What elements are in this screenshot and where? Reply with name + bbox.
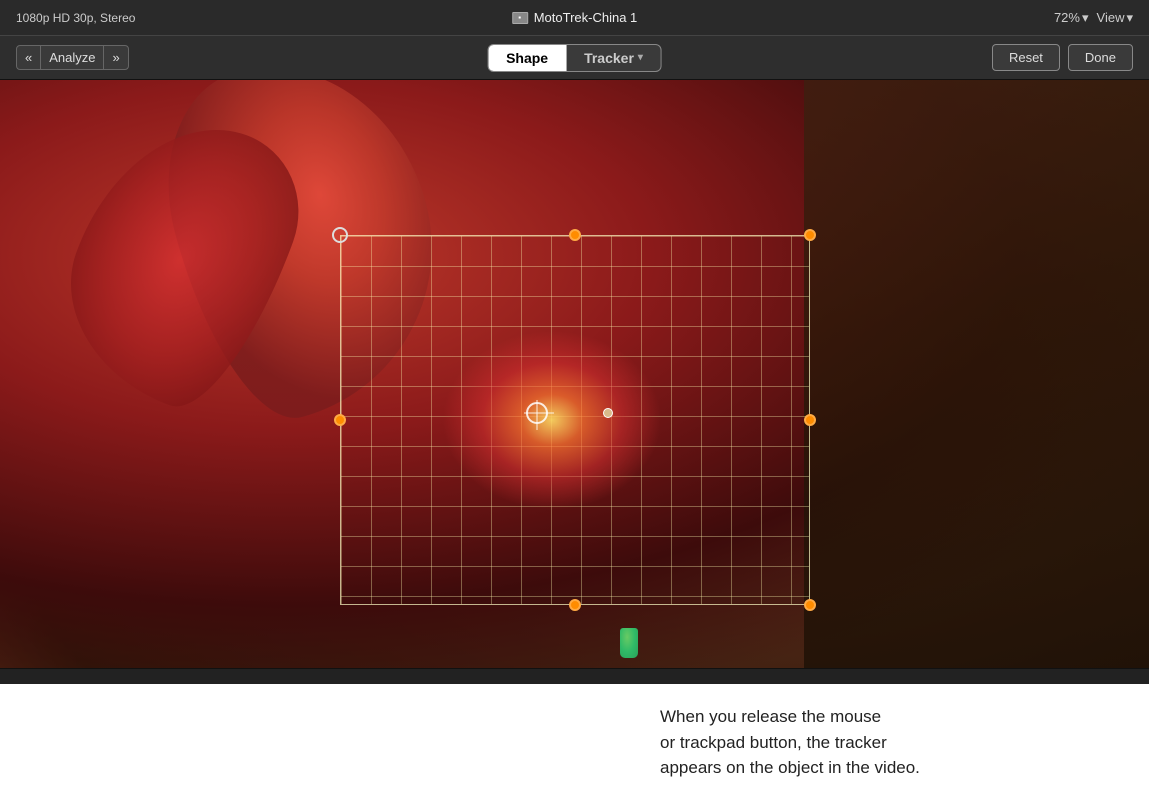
analyze-back-button[interactable]: « xyxy=(17,46,41,69)
title-area: ▪ MotoTrek-China 1 xyxy=(512,10,638,25)
shape-tracker-group: Shape Tracker ▾ xyxy=(487,44,662,72)
handle-middle-left[interactable] xyxy=(334,414,346,426)
zoom-chevron-icon: ▾ xyxy=(1082,10,1089,26)
done-button[interactable]: Done xyxy=(1068,44,1133,71)
reset-button[interactable]: Reset xyxy=(992,44,1060,71)
callout-text-content: When you release the mouseor trackpad bu… xyxy=(660,707,920,777)
view-button[interactable]: View ▾ xyxy=(1097,10,1133,26)
view-chevron-icon: ▾ xyxy=(1126,10,1133,26)
analyze-group: « Analyze » xyxy=(16,45,129,70)
crosshair[interactable] xyxy=(526,402,548,424)
right-action-group: Reset Done xyxy=(992,44,1133,71)
top-bar: 1080p HD 30p, Stereo ▪ MotoTrek-China 1 … xyxy=(0,0,1149,36)
zoom-label: 72% xyxy=(1054,10,1080,25)
wood-overlay xyxy=(804,80,1149,668)
video-area xyxy=(0,80,1149,668)
handle-top-center[interactable] xyxy=(569,229,581,241)
view-label: View xyxy=(1097,10,1125,25)
rotation-handle[interactable] xyxy=(332,227,348,243)
green-item xyxy=(620,628,638,658)
handle-bottom-center[interactable] xyxy=(569,599,581,611)
tracker-box[interactable] xyxy=(340,235,810,605)
crosshair-ring xyxy=(526,402,548,424)
film-icon: ▪ xyxy=(512,12,528,24)
analyze-forward-button[interactable]: » xyxy=(104,46,127,69)
zoom-button[interactable]: 72% ▾ xyxy=(1054,10,1089,26)
handle-middle-right[interactable] xyxy=(804,414,816,426)
callout-container: When you release the mouseor trackpad bu… xyxy=(0,684,1149,809)
shape-button[interactable]: Shape xyxy=(488,45,566,71)
tracker-chevron-icon: ▾ xyxy=(638,52,643,63)
resolution-label: 1080p HD 30p, Stereo xyxy=(16,11,135,25)
analyze-button[interactable]: Analyze xyxy=(41,46,104,69)
tracker-button[interactable]: Tracker ▾ xyxy=(566,45,661,71)
tracker-label: Tracker xyxy=(584,50,634,66)
handle-bottom-right[interactable] xyxy=(804,599,816,611)
tracker-glow xyxy=(442,330,662,510)
callout-text: When you release the mouseor trackpad bu… xyxy=(0,684,1149,801)
handle-top-right[interactable] xyxy=(804,229,816,241)
top-bar-right: 72% ▾ View ▾ xyxy=(1054,10,1133,26)
toolbar: « Analyze » Shape Tracker ▾ Reset Done xyxy=(0,36,1149,80)
project-title: MotoTrek-China 1 xyxy=(534,10,638,25)
crosshair-dot-handle[interactable] xyxy=(603,408,613,418)
